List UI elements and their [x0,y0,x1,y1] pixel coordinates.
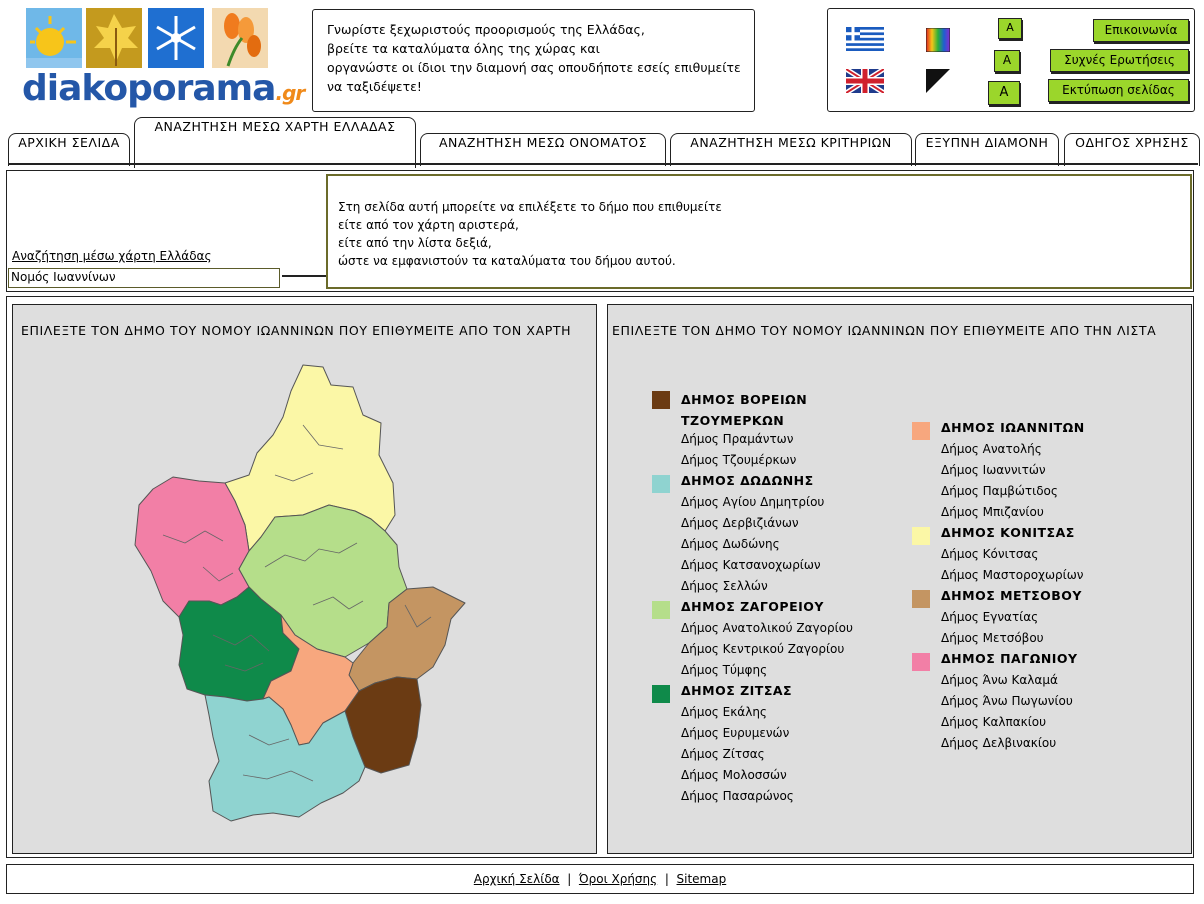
summer-sun-icon [26,8,82,68]
logo-suffix: .gr [275,81,305,105]
municipality-link[interactable]: Δήμος Εκάλης [681,705,767,719]
faq-button[interactable]: Συχνές Ερωτήσεις [1050,49,1189,72]
municipality-link[interactable]: Δήμος Άνω Καλαμά [941,673,1058,687]
uk-flag-icon[interactable] [844,66,886,96]
logo-wordmark: diakoporama.gr [22,68,305,109]
district-color-swatch [912,653,930,671]
breadcrumb-current: Νομός Ιωαννίνων [8,268,280,288]
logo-name: diakoporama [22,68,276,109]
municipality-link[interactable]: Δήμος Αγίου Δημητρίου [681,495,824,509]
info-line: είτε από την λίστα δεξιά, [338,236,492,250]
tab-map-search[interactable]: ΑΝΑΖΗΤΗΣΗ ΜΕΣΩ ΧΑΡΤΗ ΕΛΛΑΔΑΣ [134,117,416,168]
font-size-large-button[interactable]: A [988,81,1020,105]
municipality-link[interactable]: Δήμος Τύμφης [681,663,767,677]
district-heading[interactable]: ΔΗΜΟΣ ΜΕΤΣΟΒΟΥ [941,588,1082,603]
info-box: Στη σελίδα αυτή μπορείτε να επιλέξετε το… [326,174,1192,289]
tab-baseline [8,163,1198,165]
municipality-link[interactable]: Δήμος Κεντρικού Ζαγορίου [681,642,844,656]
municipality-link[interactable]: Δήμος Μαστοροχωρίων [941,568,1083,582]
site-logo[interactable]: diakoporama.gr [22,8,305,112]
municipality-link[interactable]: Δήμος Μολοσσών [681,768,787,782]
district-color-swatch [652,391,670,409]
district-color-swatch [912,590,930,608]
municipality-link[interactable]: Δήμος Κατσανοχωρίων [681,558,821,572]
spring-flower-icon [212,8,268,68]
district-heading[interactable]: ΔΗΜΟΣ ΠΑΓΩΝΙΟΥ [941,651,1078,666]
print-page-button[interactable]: Εκτύπωση σελίδας [1048,79,1189,102]
municipality-link[interactable]: Δήμος Άνω Πωγωνίου [941,694,1073,708]
municipality-link[interactable]: Δήμος Δερβιζιάνων [681,516,799,530]
tab-name-search[interactable]: ΑΝΑΖΗΤΗΣΗ ΜΕΣΩ ΟΝΟΜΑΤΟΣ [420,133,666,166]
ioannina-map [134,364,466,822]
municipality-link[interactable]: Δήμος Σελλών [681,579,768,593]
winter-snowflake-icon [148,8,204,68]
district-color-swatch [912,422,930,440]
municipality-link[interactable]: Δήμος Εγνατίας [941,610,1038,624]
map-region-pogoni [134,476,250,618]
footer-sitemap-link[interactable]: Sitemap [677,872,727,886]
district-heading[interactable]: ΔΗΜΟΣ ΔΩΔΩΝΗΣ [681,473,814,488]
municipality-link[interactable]: Δήμος Ευρυμενών [681,726,789,740]
municipality-link[interactable]: Δήμος Κόνιτσας [941,547,1038,561]
intro-line: βρείτε τα καταλύματα όλης της χώρας και [327,41,600,56]
intro-line: να ταξιδέψετε! [327,79,422,94]
district-color-swatch [652,601,670,619]
tab-user-guide[interactable]: ΟΔΗΓΟΣ ΧΡΗΣΗΣ [1064,133,1200,166]
footer-terms-link[interactable]: Όροι Χρήσης [579,872,657,886]
info-line: ώστε να εμφανιστούν τα καταλύματα του δή… [338,254,676,268]
tab-criteria-search[interactable]: ΑΝΑΖΗΤΗΣΗ ΜΕΣΩ ΚΡΙΤΗΡΙΩΝ [670,133,912,166]
footer-separator: | [567,872,572,886]
district-heading[interactable]: ΔΗΜΟΣ ΒΟΡΕΙΩΝ ΤΖΟΥΜΕΡΚΩΝ [681,389,831,431]
footer: Αρχική Σελίδα | Όροι Χρήσης | Sitemap [6,864,1194,894]
intro-box: Γνωρίστε ξεχωριστούς προορισμούς της Ελλ… [312,9,755,112]
municipality-link[interactable]: Δήμος Καλπακίου [941,715,1046,729]
map-panel: ΕΠΙΛΕΞΤΕ ΤΟΝ ΔΗΜΟ ΤΟΥ ΝΟΜΟΥ ΙΩΑΝΝΙΝΩΝ ΠΟ… [12,304,597,854]
municipality-link[interactable]: Δήμος Ανατολικού Ζαγορίου [681,621,853,635]
font-size-small-button[interactable]: A [998,18,1022,39]
municipality-link[interactable]: Δήμος Πασαρώνος [681,789,794,803]
list-panel: ΕΠΙΛΕΞΤΕ ΤΟΝ ΔΗΜΟ ΤΟΥ ΝΟΜΟΥ ΙΩΑΝΝΙΝΩΝ ΠΟ… [607,304,1192,854]
district-heading[interactable]: ΔΗΜΟΣ ΚΟΝΙΤΣΑΣ [941,525,1075,540]
municipality-link[interactable]: Δήμος Πραμάντων [681,432,793,446]
district-heading[interactable]: ΔΗΜΟΣ ΖΙΤΣΑΣ [681,683,792,698]
color-palette-icon[interactable] [925,27,951,53]
info-line: Στη σελίδα αυτή μπορείτε να επιλέξετε το… [338,200,722,214]
contrast-icon[interactable] [926,69,950,93]
info-line: είτε από τον χάρτη αριστερά, [338,218,519,232]
footer-separator: | [664,872,669,886]
municipality-link[interactable]: Δήμος Δελβινακίου [941,736,1056,750]
connector-line [282,275,326,277]
municipality-link[interactable]: Δήμος Τζουμέρκων [681,453,796,467]
breadcrumb-map-link[interactable]: Αναζήτηση μέσω χάρτη Ελλάδας [12,249,212,263]
autumn-leaf-icon [86,8,142,68]
district-heading[interactable]: ΔΗΜΟΣ ΖΑΓΟΡΕΙΟΥ [681,599,824,614]
intro-line: Γνωρίστε ξεχωριστούς προορισμούς της Ελλ… [327,22,645,37]
district-color-swatch [652,475,670,493]
font-size-medium-button[interactable]: A [994,50,1020,72]
municipality-link[interactable]: Δήμος Ανατολής [941,442,1042,456]
municipality-link[interactable]: Δήμος Δωδώνης [681,537,780,551]
utility-panel: A A A Επικοινωνία Συχνές Ερωτήσεις Εκτύπ… [827,8,1195,112]
intro-line: οργανώστε οι ίδιοι την διαμονή σας οπουδ… [327,60,741,75]
list-panel-title: ΕΠΙΛΕΞΤΕ ΤΟΝ ΔΗΜΟ ΤΟΥ ΝΟΜΟΥ ΙΩΑΝΝΙΝΩΝ ΠΟ… [612,323,1157,338]
footer-home-link[interactable]: Αρχική Σελίδα [474,872,560,886]
municipality-link[interactable]: Δήμος Ζίτσας [681,747,765,761]
map-region-dodoni [204,694,366,822]
tab-home[interactable]: ΑΡΧΙΚΗ ΣΕΛΙΔΑ [8,133,130,166]
municipality-link[interactable]: Δήμος Παμβώτιδος [941,484,1058,498]
district-color-swatch [912,527,930,545]
district-heading[interactable]: ΔΗΜΟΣ ΙΩΑΝΝΙΤΩΝ [941,420,1085,435]
municipality-link[interactable]: Δήμος Μετσόβου [941,631,1044,645]
tab-smart-stay[interactable]: ΕΞΥΠΝΗ ΔΙΑΜΟΝΗ [915,133,1059,166]
contact-button[interactable]: Επικοινωνία [1093,19,1189,42]
greek-flag-icon[interactable] [846,27,884,51]
municipality-link[interactable]: Δήμος Μπιζανίου [941,505,1044,519]
district-color-swatch [652,685,670,703]
municipality-link[interactable]: Δήμος Ιωαννιτών [941,463,1046,477]
